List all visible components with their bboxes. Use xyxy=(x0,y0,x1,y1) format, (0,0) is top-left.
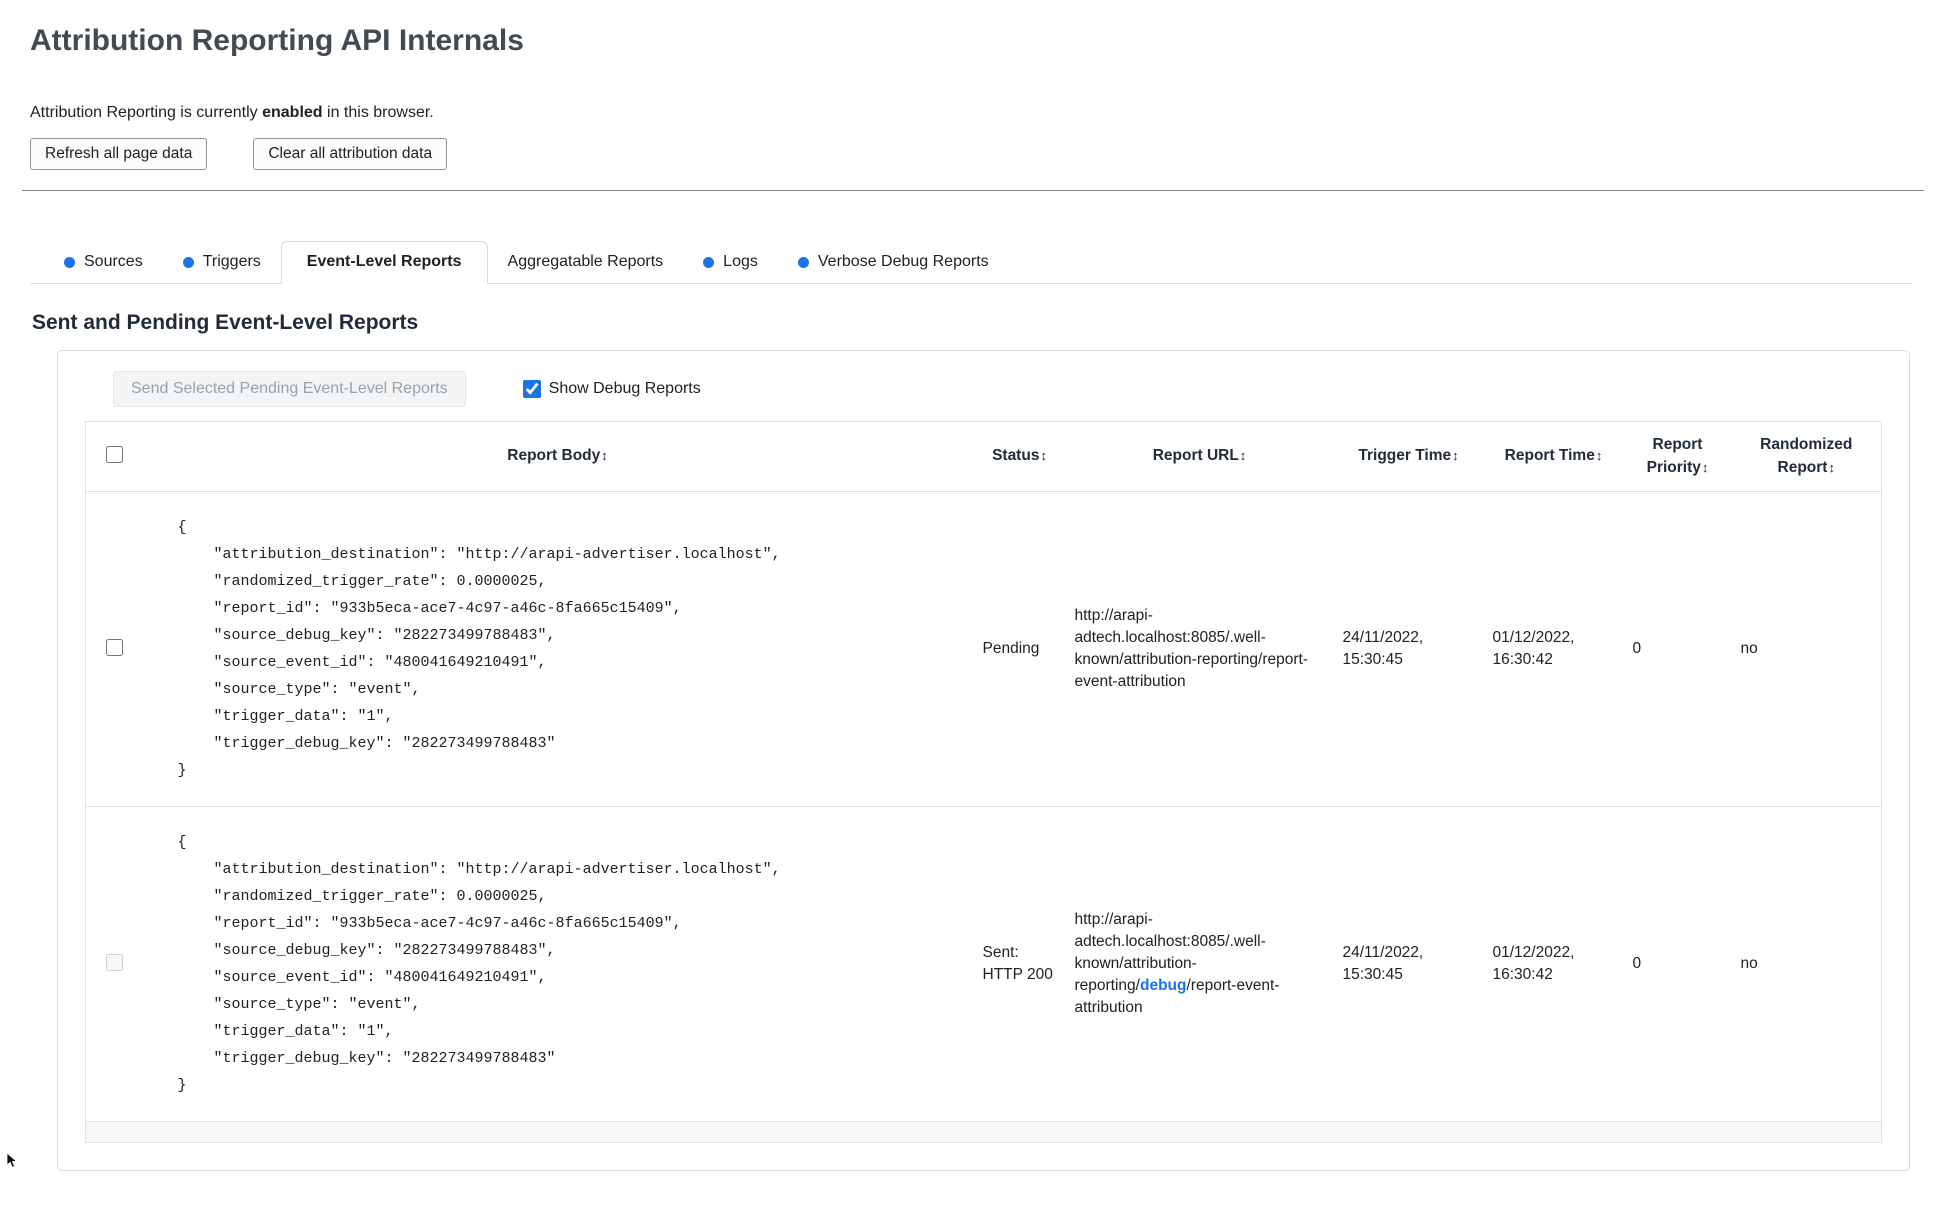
show-debug-label: Show Debug Reports xyxy=(548,380,701,398)
status-prefix: Attribution Reporting is currently xyxy=(30,104,263,121)
show-debug-toggle[interactable]: Show Debug Reports xyxy=(522,380,701,399)
randomized-report: no xyxy=(1731,491,1882,808)
tab-logs[interactable]: Logs xyxy=(683,242,778,283)
row-select-cell xyxy=(85,806,142,1123)
tab-label: Aggregatable Reports xyxy=(507,253,664,271)
column-header-status[interactable]: Status↕ xyxy=(973,421,1066,493)
top-button-row: Refresh all page data Clear all attribut… xyxy=(30,138,1912,171)
tab-label: Verbose Debug Reports xyxy=(817,253,989,271)
send-selected-button: Send Selected Pending Event-Level Report… xyxy=(113,371,466,408)
report-url: http://arapi-adtech.localhost:8085/.well… xyxy=(1065,806,1334,1123)
status-enabled-text: enabled xyxy=(262,104,323,121)
row-select-checkbox xyxy=(105,953,123,971)
report-priority: 0 xyxy=(1623,491,1732,808)
reports-table: Report Body↕ Status↕ Report URL↕ Trigger… xyxy=(85,421,1882,1144)
column-header-report-url[interactable]: Report URL↕ xyxy=(1065,421,1334,493)
sort-icon: ↕ xyxy=(1828,459,1835,475)
tab-label: Sources xyxy=(84,253,143,271)
tab-sources[interactable]: Sources xyxy=(44,242,163,283)
section-title: Sent and Pending Event-Level Reports xyxy=(32,311,419,335)
trigger-time: 24/11/2022, 15:30:45 xyxy=(1333,491,1484,808)
report-body-cell: { "attribution_destination": "http://ara… xyxy=(141,491,974,808)
sort-icon: ↕ xyxy=(1239,448,1247,464)
table-footer xyxy=(85,1121,1882,1143)
status-suffix: in this browser. xyxy=(322,104,434,121)
select-all-header xyxy=(85,421,142,493)
blue-dot-icon xyxy=(703,256,715,268)
report-time: 01/12/2022, 16:30:42 xyxy=(1483,491,1624,808)
sort-icon: ↕ xyxy=(1701,459,1709,475)
sort-icon: ↕ xyxy=(1452,448,1459,464)
tab-event-level-reports[interactable]: Event-Level Reports xyxy=(280,241,488,285)
clear-all-button[interactable]: Clear all attribution data xyxy=(253,138,448,171)
row-select-checkbox[interactable] xyxy=(105,638,123,656)
tab-triggers[interactable]: Triggers xyxy=(163,242,281,283)
blue-dot-icon xyxy=(797,256,809,268)
sort-icon: ↕ xyxy=(1595,448,1603,464)
tab-aggregatable-reports[interactable]: Aggregatable Reports xyxy=(488,242,684,283)
report-controls: Send Selected Pending Event-Level Report… xyxy=(113,371,1882,408)
sort-icon: ↕ xyxy=(1040,448,1047,464)
select-all-checkbox[interactable] xyxy=(105,445,123,463)
report-status: Sent: HTTP 200 xyxy=(973,806,1066,1123)
report-time: 01/12/2022, 16:30:42 xyxy=(1483,806,1624,1123)
divider xyxy=(22,190,1924,192)
report-body-cell: { "attribution_destination": "http://ara… xyxy=(141,806,974,1123)
trigger-time: 24/11/2022, 15:30:45 xyxy=(1333,806,1484,1123)
table-header-row: Report Body↕ Status↕ Report URL↕ Trigger… xyxy=(85,421,1882,493)
blue-dot-icon xyxy=(182,256,194,268)
report-body-json: { "attribution_destination": "http://ara… xyxy=(177,834,781,1095)
table-row: { "attribution_destination": "http://ara… xyxy=(85,806,1882,1123)
report-url: http://arapi-adtech.localhost:8085/.well… xyxy=(1065,491,1334,808)
sort-icon: ↕ xyxy=(601,448,608,464)
mouse-cursor-icon xyxy=(6,1152,18,1168)
column-header-report-time[interactable]: Report Time↕ xyxy=(1483,421,1624,493)
report-priority: 0 xyxy=(1623,806,1732,1123)
column-header-report-priority[interactable]: Report Priority↕ xyxy=(1623,421,1732,493)
report-body-json: { "attribution_destination": "http://ara… xyxy=(177,519,781,780)
debug-link[interactable]: debug xyxy=(1140,977,1187,994)
column-header-trigger-time[interactable]: Trigger Time↕ xyxy=(1333,421,1484,493)
api-status-text: Attribution Reporting is currently enabl… xyxy=(30,104,1912,122)
tab-verbose-debug-reports[interactable]: Verbose Debug Reports xyxy=(778,242,1009,283)
tab-label: Triggers xyxy=(202,253,261,271)
reports-panel: Send Selected Pending Event-Level Report… xyxy=(57,350,1910,1172)
table-row: { "attribution_destination": "http://ara… xyxy=(85,491,1882,808)
column-header-randomized-report[interactable]: Randomized Report↕ xyxy=(1731,421,1882,493)
report-status: Pending xyxy=(973,491,1066,808)
show-debug-checkbox[interactable] xyxy=(522,380,541,399)
blue-dot-icon xyxy=(64,256,75,268)
column-header-report-body[interactable]: Report Body↕ xyxy=(141,421,974,493)
refresh-all-button[interactable]: Refresh all page data xyxy=(30,138,208,171)
tab-label: Event-Level Reports xyxy=(306,253,462,271)
tab-strip: Sources Triggers Event-Level Reports Agg… xyxy=(30,241,1912,285)
tab-label: Logs xyxy=(723,253,758,271)
randomized-report: no xyxy=(1731,806,1882,1123)
page-title: Attribution Reporting API Internals xyxy=(30,24,524,57)
row-select-cell xyxy=(85,491,142,808)
attribution-internals-page: Attribution Reporting API Internals Attr… xyxy=(0,0,1948,1209)
